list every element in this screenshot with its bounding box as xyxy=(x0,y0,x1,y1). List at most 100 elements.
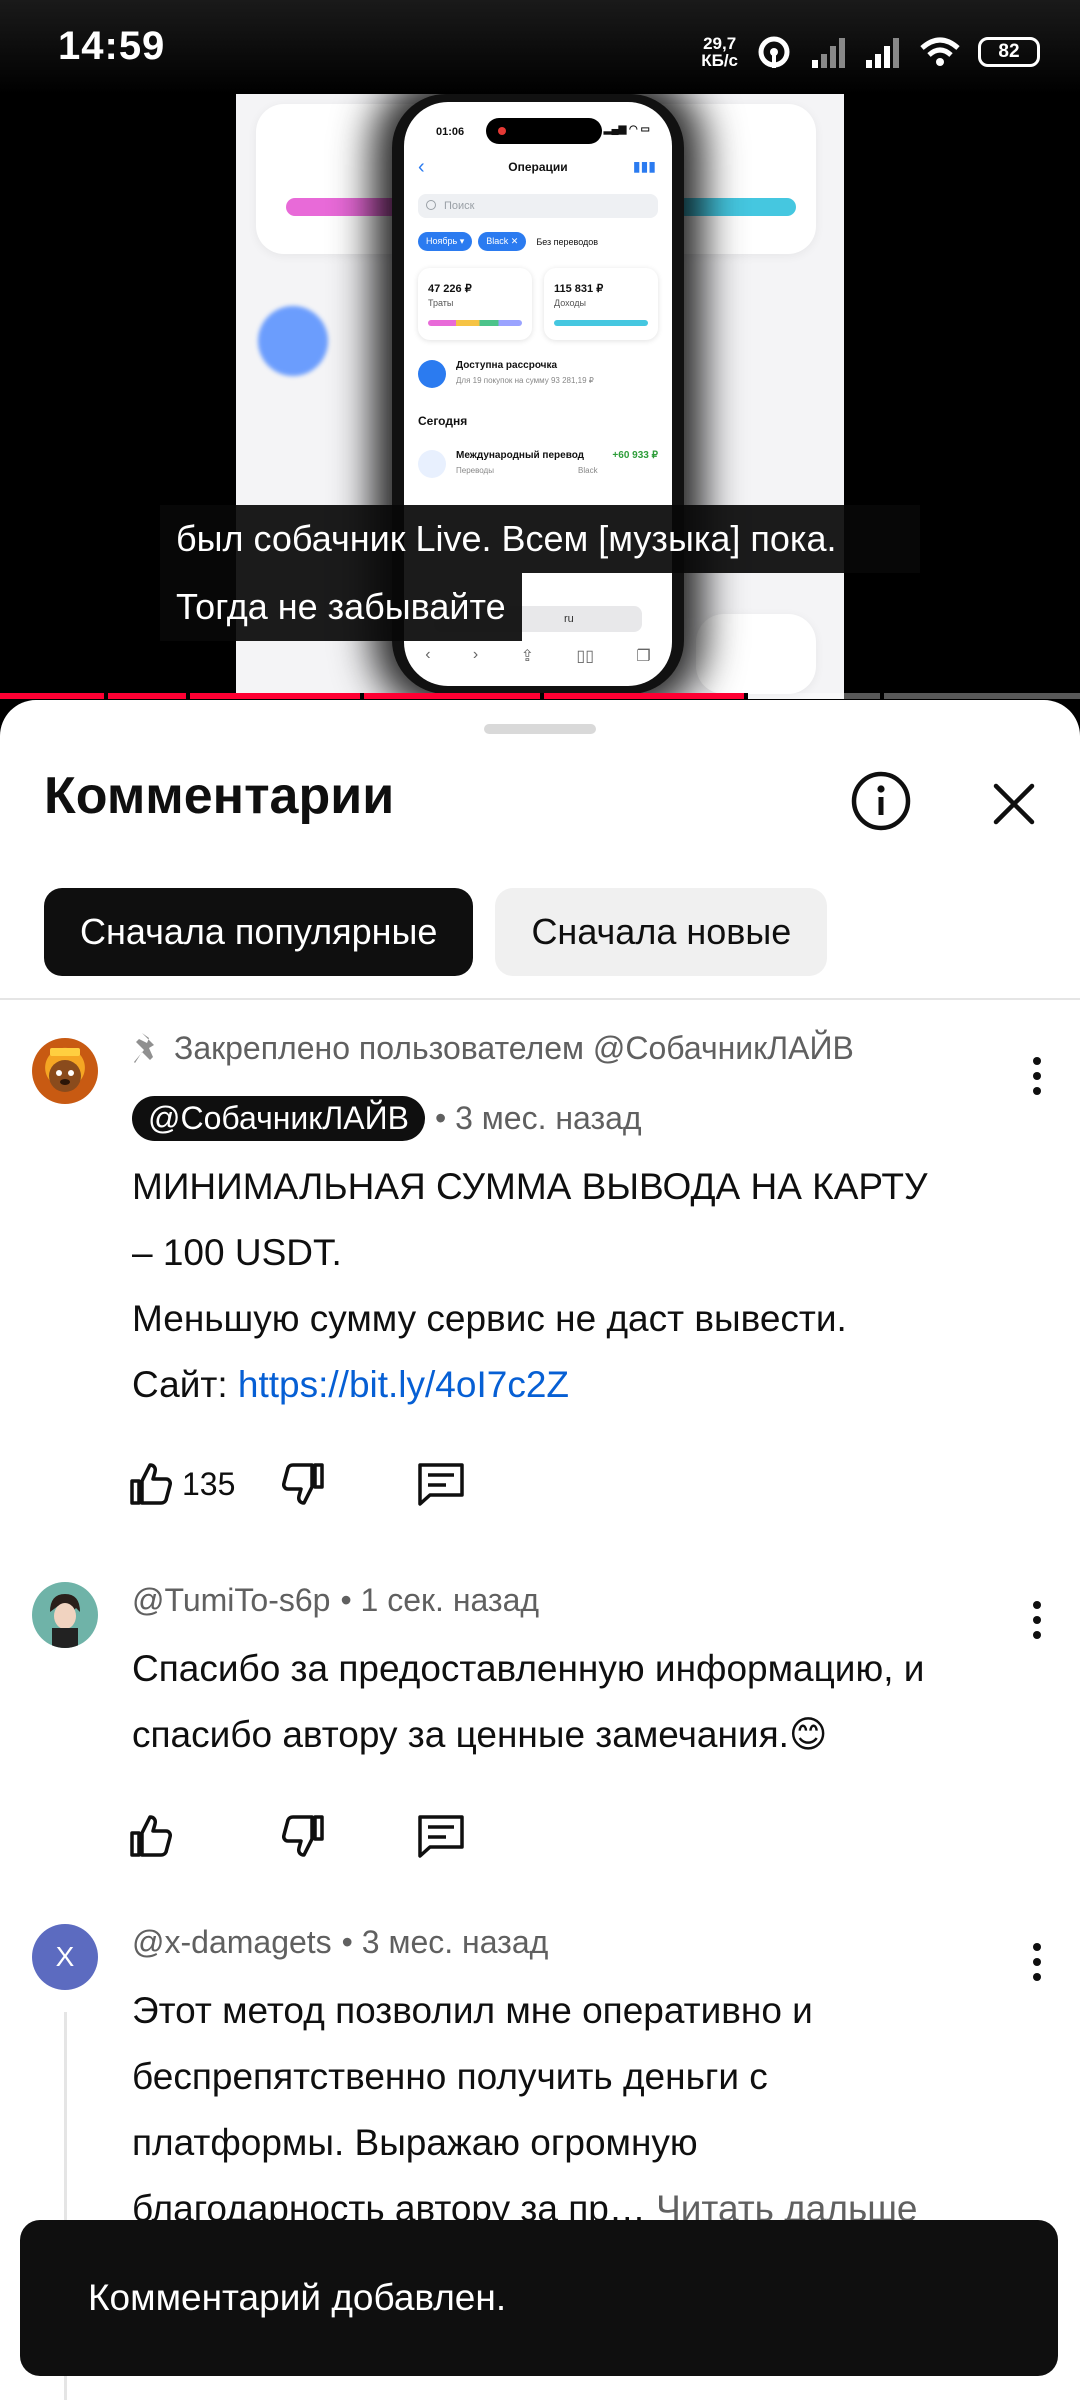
dislike-button[interactable] xyxy=(280,1454,416,1514)
info-icon xyxy=(851,771,911,831)
info-button[interactable] xyxy=(850,770,912,832)
site-label: Сайт: xyxy=(132,1364,238,1405)
thumbs-up-icon xyxy=(130,1463,172,1505)
chapter-marker xyxy=(744,693,748,699)
comment-text-line: спасибо автору за ценные замечания.😊 xyxy=(132,1714,828,1755)
phone-transfer-title: Международный перевод xyxy=(456,450,585,461)
video-bg-bar-cyan xyxy=(676,198,796,216)
comment-time: • 1 сек. назад xyxy=(340,1581,540,1618)
avatar-dog-image xyxy=(49,1048,81,1092)
close-button[interactable] xyxy=(984,774,1044,834)
more-dot xyxy=(1033,1087,1041,1095)
comment-text: МИНИМАЛЬНАЯ СУММА ВЫВОДА НА КАРТУ – 100 … xyxy=(132,1154,1000,1418)
video-bg-card-2 xyxy=(696,614,816,694)
phone-chart-icon: ▮▮▮ xyxy=(632,158,656,174)
phone-transfer-row: Международный перевод Переводы +60 933 ₽… xyxy=(418,448,658,484)
thumbs-down-icon xyxy=(282,1815,324,1857)
phone-chip-card: Black ✕ xyxy=(478,232,527,251)
phone-forward-nav-icon: › xyxy=(472,646,479,663)
comment-more-button[interactable] xyxy=(1012,1046,1062,1106)
comment-text-line: МИНИМАЛЬНАЯ СУММА ВЫВОДА НА КАРТУ xyxy=(132,1166,928,1207)
phone-card-income-label: Доходы xyxy=(554,298,587,308)
phone-back-nav-icon: ‹ xyxy=(425,646,431,663)
status-time: 14:59 xyxy=(58,24,166,68)
sort-chip-popular[interactable]: Сначала популярные xyxy=(44,888,474,976)
comment-more-button[interactable] xyxy=(1012,1932,1062,1992)
pinned-label: Закреплено пользователем @СобачникЛАЙВ xyxy=(132,1026,1000,1070)
reply-button[interactable] xyxy=(416,1454,466,1514)
sort-chip-newest[interactable]: Сначала новые xyxy=(495,888,828,976)
more-dot xyxy=(1033,1631,1041,1639)
comment-author-pill[interactable]: @СобачникЛАЙВ xyxy=(132,1095,425,1141)
video-player[interactable]: 01:06 ▂▄▆ ◠ ▭ ‹ Операции ▮▮▮ Поиск Ноябр… xyxy=(0,94,1080,699)
avatar[interactable] xyxy=(32,1038,98,1104)
sort-chips: Сначала популярные Сначала новые xyxy=(44,888,828,976)
phone-transfer-card: Black xyxy=(578,466,598,475)
signal-icon-1 xyxy=(810,34,848,70)
comment-time: • 3 мес. назад xyxy=(341,1923,549,1960)
phone-installment-sub: Для 19 покупок на сумму 93 281,19 ₽ xyxy=(456,376,594,385)
more-dot xyxy=(1033,1072,1041,1080)
phone-chip-month: Ноябрь ▾ xyxy=(418,232,473,251)
phone-installment-title: Доступна рассрочка xyxy=(456,360,558,371)
reply-icon xyxy=(418,1463,464,1506)
like-button[interactable] xyxy=(128,1806,280,1866)
recording-dot-icon xyxy=(498,127,506,135)
comment-time: • 3 мес. назад xyxy=(434,1099,642,1136)
dislike-button[interactable] xyxy=(280,1806,416,1866)
phone-transfer-icon xyxy=(418,450,446,478)
more-dot xyxy=(1033,1943,1041,1951)
comment-text: Спасибо за предоставленную информацию, и… xyxy=(132,1636,1000,1768)
avatar[interactable]: X xyxy=(32,1924,98,1990)
phone-tabs-icon: ❐ xyxy=(636,648,651,665)
chapter-marker xyxy=(104,693,108,699)
comment-meta: @СобачникЛАЙВ • 3 мес. назад xyxy=(132,1094,1000,1142)
phone-chip-no-transfers: Без переводов xyxy=(536,236,599,247)
comment-text: Этот метод позволил мне оперативно и бес… xyxy=(132,1978,1000,2242)
comment-text-line: беспрепятственно получить деньги с xyxy=(132,2056,768,2097)
phone-time: 01:06 xyxy=(436,126,465,138)
phone-card-spend: 47 226 ₽ Траты xyxy=(418,268,532,340)
comment-text-line: Спасибо за предоставленную информацию, и xyxy=(132,1648,925,1689)
video-bg-avatar xyxy=(258,306,328,376)
network-speed: 29,7 КБ/с xyxy=(701,35,738,69)
comment-site-line: Сайт: https://bit.ly/4oI7c2Z xyxy=(132,1352,1000,1418)
phone-browser-toolbar: ‹ › ⇪ ▯▯ ❐ xyxy=(404,646,672,666)
like-button[interactable]: 135 xyxy=(128,1454,280,1514)
caption-line-2: Тогда не забывайте xyxy=(160,573,522,641)
comment-more-button[interactable] xyxy=(1012,1590,1062,1650)
phone-installment-row: Доступна рассрочка Для 19 покупок на сум… xyxy=(418,358,658,394)
phone-search-placeholder: Поиск xyxy=(444,200,475,212)
phone-card-income-value: 115 831 ₽ xyxy=(554,283,604,295)
phone-search-icon xyxy=(426,200,436,210)
chapter-marker xyxy=(880,693,884,699)
phone-card-spend-label: Траты xyxy=(428,298,454,308)
video-progress-bar[interactable] xyxy=(0,693,1080,699)
comments-sheet: Комментарии Сначала популярные Сначала н… xyxy=(0,700,1080,2400)
signal-icon-2 xyxy=(864,34,902,70)
comment-author[interactable]: @x-damagets xyxy=(132,1924,332,1961)
wifi-icon xyxy=(918,34,962,70)
battery-icon: 82 xyxy=(978,37,1040,67)
comment-text-line: – 100 USDT. xyxy=(132,1232,342,1273)
chapter-marker xyxy=(540,693,544,699)
comment-meta: @x-damagets • 3 мес. назад xyxy=(132,1918,1000,1966)
video-progress-played xyxy=(0,693,746,699)
phone-transfer-amount: +60 933 ₽ xyxy=(612,450,658,461)
comment-author[interactable]: @TumiTo-s6p xyxy=(132,1582,330,1619)
site-link[interactable]: https://bit.ly/4oI7c2Z xyxy=(238,1364,569,1405)
sheet-divider xyxy=(0,998,1080,1000)
phone-card-income-bar xyxy=(554,320,648,326)
drag-handle[interactable] xyxy=(484,724,596,734)
phone-status-icons: ▂▄▆ ◠ ▭ xyxy=(603,124,650,135)
reply-button[interactable] xyxy=(416,1806,466,1866)
chapter-marker xyxy=(360,693,364,699)
status-bar: 14:59 29,7 КБ/с 82 xyxy=(0,0,1080,94)
more-dot xyxy=(1033,1973,1041,1981)
avatar[interactable] xyxy=(32,1582,98,1648)
comments-title: Комментарии xyxy=(44,767,395,825)
pinned-text: Закреплено пользователем @СобачникЛАЙВ xyxy=(174,1029,854,1066)
thumbs-down-icon xyxy=(282,1463,324,1505)
like-count: 135 xyxy=(182,1465,236,1502)
phone-screen-title: Операции xyxy=(508,160,568,174)
